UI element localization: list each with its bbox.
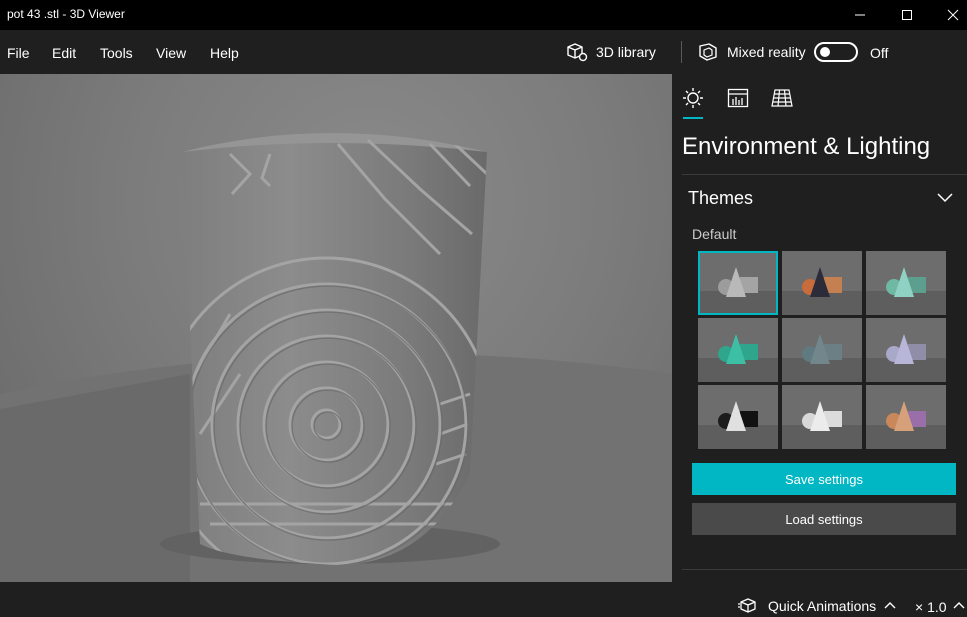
toggle-knob bbox=[820, 47, 830, 57]
quick-animations-label: Quick Animations bbox=[768, 598, 877, 614]
sun-icon bbox=[683, 88, 703, 108]
chevron-down-icon[interactable] bbox=[937, 193, 953, 203]
theme-preview-icon bbox=[698, 401, 778, 449]
mixed-reality-button[interactable]: Mixed reality bbox=[697, 41, 806, 63]
maximize-icon bbox=[902, 10, 912, 20]
menu-edit[interactable]: Edit bbox=[52, 45, 76, 61]
theme-preview-icon bbox=[698, 334, 778, 382]
tab-grid[interactable] bbox=[769, 86, 795, 110]
minimize-icon bbox=[855, 14, 865, 16]
status-bar: Quick Animations × 1.0 bbox=[0, 582, 967, 617]
theme-thumbnail[interactable] bbox=[698, 385, 778, 449]
quick-animations-button[interactable]: Quick Animations bbox=[738, 597, 876, 615]
menu-separator bbox=[681, 41, 682, 63]
menu-view[interactable]: View bbox=[156, 45, 186, 61]
theme-thumbnail[interactable] bbox=[782, 251, 862, 315]
zoom-level[interactable]: × 1.0 bbox=[915, 599, 947, 615]
theme-thumbnail[interactable] bbox=[866, 251, 946, 315]
zoom-chevron-up-icon[interactable] bbox=[953, 601, 965, 609]
theme-thumbnail[interactable] bbox=[782, 318, 862, 382]
theme-thumbnail[interactable] bbox=[698, 251, 778, 315]
mixed-reality-label: Mixed reality bbox=[727, 44, 806, 60]
close-button[interactable] bbox=[930, 0, 967, 30]
tab-statistics[interactable] bbox=[725, 86, 751, 110]
grid-icon bbox=[771, 89, 793, 107]
title-divider bbox=[682, 174, 967, 175]
close-icon bbox=[947, 9, 959, 21]
theme-preview-icon bbox=[782, 334, 862, 382]
3d-viewport[interactable] bbox=[0, 74, 672, 582]
panel-title: Environment & Lighting bbox=[682, 133, 931, 160]
tab-environment[interactable] bbox=[680, 86, 706, 110]
window-title: pot 43 .stl - 3D Viewer bbox=[7, 7, 125, 21]
cube-icon bbox=[567, 43, 588, 62]
stats-icon bbox=[727, 88, 749, 108]
menu-file[interactable]: File bbox=[7, 45, 30, 61]
theme-thumbnail[interactable] bbox=[866, 385, 946, 449]
chevron-up-icon[interactable] bbox=[884, 601, 896, 609]
load-settings-button[interactable]: Load settings bbox=[692, 503, 956, 535]
menu-tools[interactable]: Tools bbox=[100, 45, 133, 61]
maximize-button[interactable] bbox=[884, 0, 930, 30]
3d-library-button[interactable]: 3D library bbox=[566, 41, 656, 63]
theme-thumbnail[interactable] bbox=[782, 385, 862, 449]
title-bar: pot 43 .stl - 3D Viewer bbox=[0, 0, 967, 30]
themes-heading[interactable]: Themes bbox=[688, 188, 753, 209]
menu-help[interactable]: Help bbox=[210, 45, 239, 61]
minimize-button[interactable] bbox=[837, 0, 883, 30]
theme-preview-icon bbox=[866, 267, 946, 315]
theme-preview-icon bbox=[782, 401, 862, 449]
active-tab-indicator bbox=[683, 117, 703, 119]
theme-preview-icon bbox=[866, 334, 946, 382]
theme-preview-icon bbox=[866, 401, 946, 449]
theme-thumbnail[interactable] bbox=[866, 318, 946, 382]
theme-thumbnail[interactable] bbox=[698, 318, 778, 382]
3d-library-label: 3D library bbox=[596, 44, 656, 60]
animation-cube-icon bbox=[738, 598, 756, 613]
menu-bar: File Edit Tools View Help 3D library Mix… bbox=[0, 30, 967, 74]
panel-bottom-divider bbox=[682, 569, 967, 570]
pot-model bbox=[0, 133, 672, 582]
theme-preview-icon bbox=[782, 267, 862, 315]
save-settings-button[interactable]: Save settings bbox=[692, 463, 956, 495]
mixed-reality-toggle[interactable] bbox=[814, 42, 858, 62]
toggle-state-label: Off bbox=[870, 45, 889, 61]
theme-preview-icon bbox=[698, 267, 778, 315]
mixed-reality-icon bbox=[699, 43, 717, 61]
selected-theme-label: Default bbox=[692, 226, 737, 242]
